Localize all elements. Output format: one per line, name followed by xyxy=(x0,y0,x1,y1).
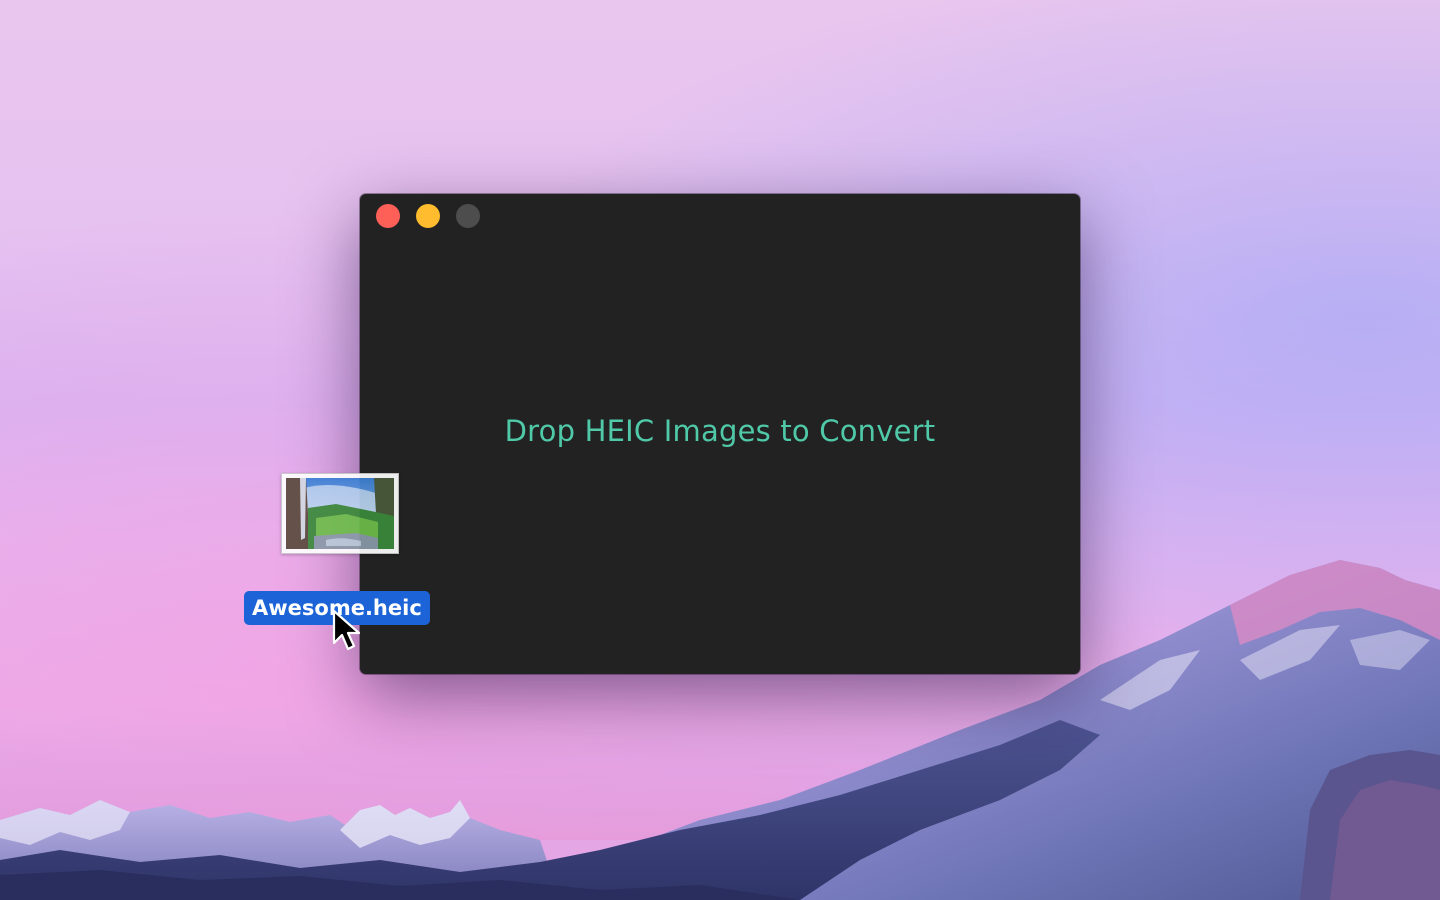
close-button[interactable] xyxy=(376,204,400,228)
zoom-button-disabled xyxy=(456,204,480,228)
drop-zone-prompt[interactable]: Drop HEIC Images to Convert xyxy=(360,414,1080,448)
converter-window[interactable]: Drop HEIC Images to Convert xyxy=(360,194,1080,674)
desktop: Drop HEIC Images to Convert Awesome.heic xyxy=(0,0,1440,900)
arrow-pointer-icon xyxy=(332,609,361,651)
minimize-button[interactable] xyxy=(416,204,440,228)
image-thumbnail-icon[interactable] xyxy=(281,473,399,554)
